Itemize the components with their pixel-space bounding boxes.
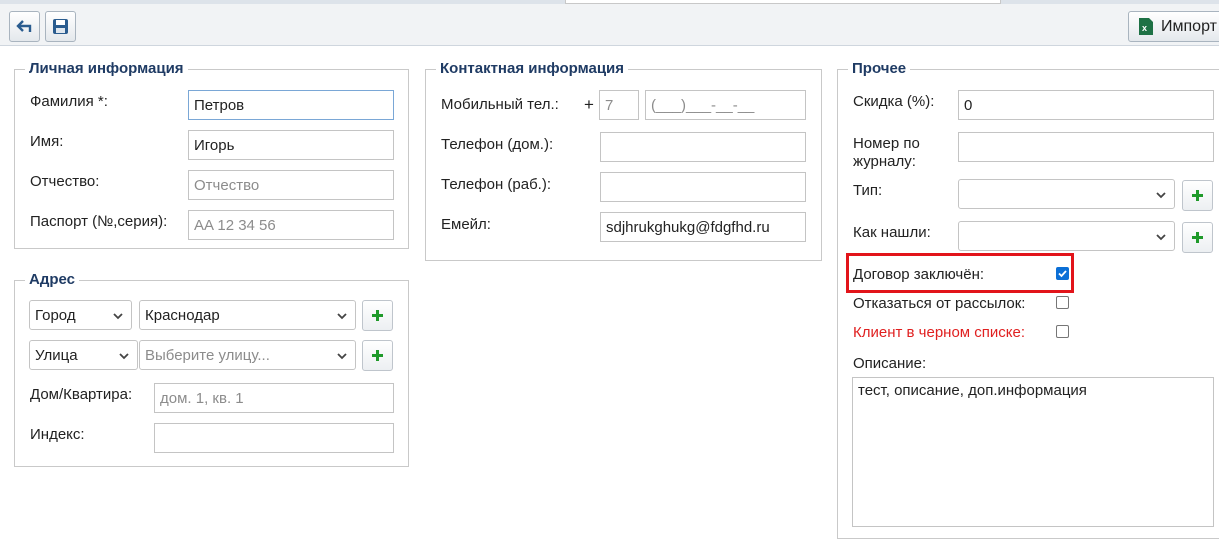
description-label: Описание: bbox=[853, 355, 927, 372]
plus-icon bbox=[1192, 190, 1203, 201]
mobile-plus-sign: + bbox=[584, 95, 594, 114]
arrow-back-icon bbox=[15, 19, 31, 32]
svg-text:x: x bbox=[1142, 23, 1147, 33]
chevron-down-icon bbox=[337, 313, 347, 320]
home-phone-input[interactable] bbox=[600, 132, 806, 162]
plus-icon bbox=[1192, 232, 1203, 243]
street-placeholder: Выберите улицу... bbox=[145, 346, 270, 364]
checkmark-icon bbox=[1058, 270, 1067, 278]
middlename-input[interactable]: Отчество bbox=[188, 170, 394, 200]
unsubscribe-label: Отказаться от рассылок: bbox=[853, 295, 1026, 312]
middlename-label: Отчество: bbox=[30, 173, 100, 190]
plus-icon bbox=[372, 350, 383, 361]
import-button[interactable]: x Импорт bbox=[1128, 11, 1219, 42]
add-city-button[interactable] bbox=[362, 300, 393, 331]
chevron-down-icon bbox=[1156, 192, 1166, 199]
street-type-value: Улица bbox=[35, 346, 78, 364]
work-phone-label: Телефон (раб.): bbox=[441, 176, 551, 193]
excel-icon: x bbox=[1139, 18, 1153, 35]
description-textarea[interactable]: тест, описание, доп.информация bbox=[852, 377, 1214, 527]
email-label: Емейл: bbox=[441, 216, 491, 233]
personal-info-legend: Личная информация bbox=[25, 60, 188, 77]
chevron-down-icon bbox=[113, 313, 123, 320]
passport-label: Паспорт (№,серия): bbox=[30, 213, 168, 230]
street-select[interactable]: Выберите улицу... bbox=[139, 340, 356, 370]
home-phone-label: Телефон (дом.): bbox=[441, 136, 554, 153]
chevron-down-icon bbox=[119, 353, 129, 360]
unsubscribe-checkbox[interactable] bbox=[1056, 296, 1069, 309]
mobile-label: Мобильный тел.: bbox=[441, 96, 559, 113]
add-street-button[interactable] bbox=[362, 340, 393, 371]
firstname-label: Имя: bbox=[30, 133, 64, 150]
email-input[interactable]: sdjhrukghukg@fdgfhd.ru bbox=[600, 212, 806, 242]
toolbar: x Импорт bbox=[0, 4, 1219, 46]
address-legend: Адрес bbox=[25, 271, 80, 288]
type-label: Тип: bbox=[853, 182, 883, 199]
add-type-button[interactable] bbox=[1182, 180, 1213, 211]
import-label: Импорт bbox=[1161, 17, 1217, 35]
journal-number-input[interactable] bbox=[958, 132, 1214, 162]
index-label: Индекс: bbox=[30, 426, 85, 443]
city-type-select[interactable]: Город bbox=[29, 300, 132, 330]
other-legend: Прочее bbox=[848, 60, 911, 77]
work-phone-input[interactable] bbox=[600, 172, 806, 202]
lastname-label: Фамилия *: bbox=[30, 93, 108, 110]
source-label: Как нашли: bbox=[853, 224, 931, 241]
plus-icon bbox=[372, 310, 383, 321]
lastname-input[interactable]: Петров bbox=[188, 90, 394, 120]
save-button[interactable] bbox=[45, 11, 76, 42]
source-select[interactable] bbox=[958, 221, 1175, 251]
journal-label-line1: Номер по bbox=[853, 135, 920, 152]
contact-info-legend: Контактная информация bbox=[436, 60, 629, 77]
firstname-input[interactable]: Игорь bbox=[188, 130, 394, 160]
type-select[interactable] bbox=[958, 179, 1175, 209]
contract-checkbox[interactable] bbox=[1056, 267, 1069, 280]
passport-input[interactable]: AA 12 34 56 bbox=[188, 210, 394, 240]
add-source-button[interactable] bbox=[1182, 222, 1213, 253]
house-input[interactable]: дом. 1, кв. 1 bbox=[154, 383, 394, 413]
mobile-code-input[interactable]: 7 bbox=[599, 90, 639, 120]
journal-label-line2: журналу: bbox=[853, 153, 916, 170]
floppy-disk-icon bbox=[53, 19, 68, 34]
chevron-down-icon bbox=[337, 353, 347, 360]
city-type-value: Город bbox=[35, 306, 76, 324]
house-label: Дом/Квартира: bbox=[30, 386, 133, 403]
blacklist-label: Клиент в черном списке: bbox=[853, 324, 1026, 341]
chevron-down-icon bbox=[1156, 234, 1166, 241]
contract-label: Договор заключён: bbox=[853, 266, 985, 283]
blacklist-checkbox[interactable] bbox=[1056, 325, 1069, 338]
city-select[interactable]: Краснодар bbox=[139, 300, 356, 330]
discount-input[interactable]: 0 bbox=[958, 90, 1214, 120]
discount-label: Скидка (%): bbox=[853, 93, 935, 110]
city-value: Краснодар bbox=[145, 306, 220, 324]
index-input[interactable] bbox=[154, 423, 394, 453]
back-button[interactable] bbox=[9, 11, 40, 42]
mobile-number-input[interactable]: (___)___-__-__ bbox=[645, 90, 806, 120]
street-type-select[interactable]: Улица bbox=[29, 340, 138, 370]
